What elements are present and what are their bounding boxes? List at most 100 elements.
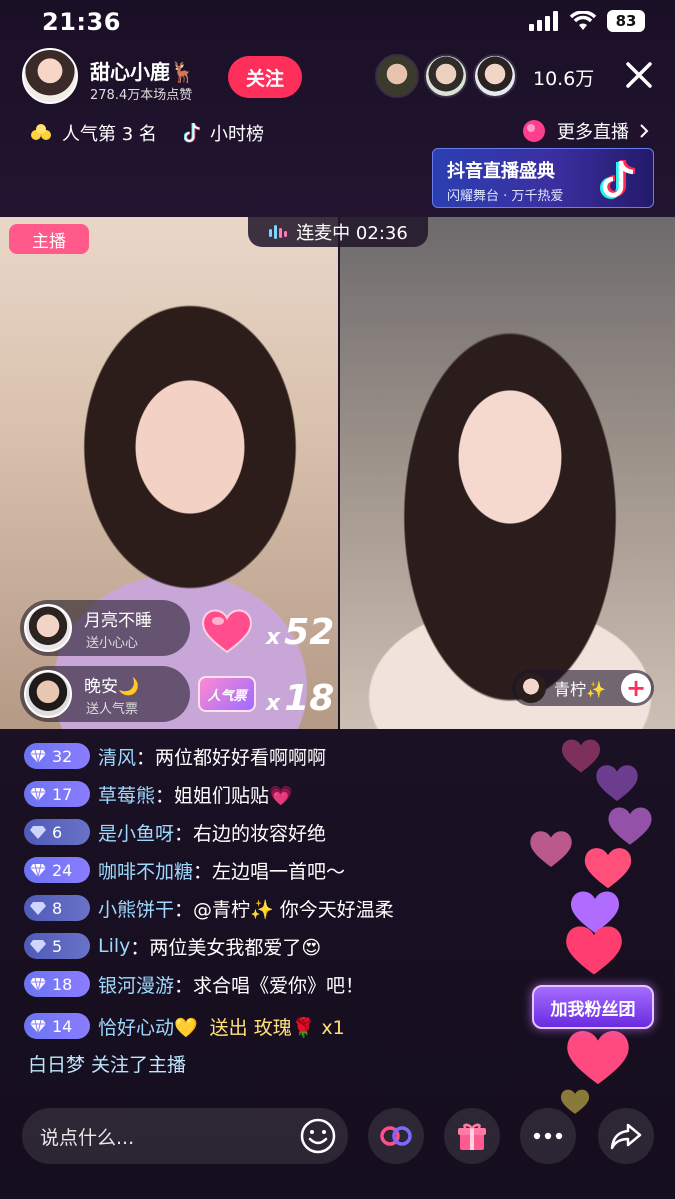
viewer-avatar[interactable] xyxy=(424,54,468,98)
fan-club-button[interactable]: 加我粉丝团 xyxy=(532,985,654,1029)
gift-message[interactable]: 14 恰好心动💛 送出 玫瑰🌹 x1 xyxy=(24,1003,524,1049)
viewer-avatar[interactable] xyxy=(375,54,419,98)
level-badge: 6 xyxy=(24,819,90,845)
event-banner[interactable]: 抖音直播盛典 闪耀舞台 · 万千热爱 xyxy=(432,148,654,208)
co-host-timer: 连麦中 02:36 xyxy=(248,217,428,247)
follow-notice: 白日梦 关注了主播 xyxy=(28,1054,187,1076)
chat-text: 姐姐们贴贴💗 xyxy=(174,784,293,807)
gifter-avatar xyxy=(24,604,72,652)
hourly-rank[interactable]: 小时榜 xyxy=(184,120,264,146)
chat-message[interactable]: 17 草莓熊：姐姐们贴贴💗 xyxy=(24,775,524,813)
gift-desc: 送人气票 xyxy=(86,702,139,717)
viewer-avatar[interactable] xyxy=(473,54,517,98)
live-orb-icon xyxy=(523,120,545,142)
chat-message[interactable]: 6 是小鱼呀：右边的妆容好绝 xyxy=(24,813,524,851)
rank-label: 人气第 3 名 xyxy=(62,124,157,145)
status-time: 21:36 xyxy=(42,8,121,36)
level-number: 6 xyxy=(52,822,63,842)
level-badge: 8 xyxy=(24,895,90,921)
chat-colon: ： xyxy=(174,898,194,921)
level-number: 14 xyxy=(52,1016,73,1036)
audio-bars-icon xyxy=(269,225,288,239)
tiktok-icon xyxy=(184,123,201,143)
chat-text: 两位美女我都爱了😍 xyxy=(149,936,322,959)
co-host-label: 连麦中 02:36 xyxy=(296,223,408,244)
chevron-right-icon xyxy=(640,124,649,138)
comment-input[interactable]: 说点什么... xyxy=(22,1108,348,1164)
level-badge: 5 xyxy=(24,933,90,959)
chat-username[interactable]: 草莓熊 xyxy=(98,781,155,808)
chat-colon: ： xyxy=(174,822,194,845)
gift-box-icon xyxy=(458,1123,486,1150)
chat-colon: ： xyxy=(193,860,213,883)
guest-video[interactable] xyxy=(340,217,675,729)
level-number: 5 xyxy=(52,936,63,956)
popularity-rank[interactable]: 人气第 3 名 xyxy=(30,120,157,146)
gift-notice[interactable]: 晚安🌙 送人气票 xyxy=(20,666,190,722)
signal-icon xyxy=(529,11,558,31)
hourly-label: 小时榜 xyxy=(210,124,264,145)
chat-username[interactable]: 小熊饼干 xyxy=(98,895,174,922)
gift-button[interactable] xyxy=(444,1108,500,1164)
gift-notice[interactable]: 月亮不睡 送小心心 xyxy=(20,600,190,656)
follow-button[interactable]: 关注 xyxy=(228,56,302,98)
guest-name: 青柠✨ xyxy=(554,680,606,699)
status-icons: 83 xyxy=(529,10,645,32)
emoji-icon[interactable] xyxy=(298,1116,338,1156)
more-live-button[interactable]: 更多直播 xyxy=(521,118,649,144)
tiktok-logo-icon xyxy=(600,160,636,199)
chat-colon: ： xyxy=(174,974,194,997)
chat-text: 两位都好好看啊啊啊 xyxy=(155,746,327,769)
gift-text: 送出 玫瑰🌹 x1 xyxy=(209,1016,345,1039)
level-number: 24 xyxy=(52,860,73,880)
follow-guest-button[interactable]: + xyxy=(621,673,651,703)
gifter-name: 月亮不睡 xyxy=(84,611,152,631)
gift-desc: 送小心心 xyxy=(86,636,139,651)
floating-heart-icon xyxy=(567,1031,629,1085)
chat-colon: ： xyxy=(130,936,150,959)
host-avatar[interactable] xyxy=(22,48,78,104)
chat-colon: ： xyxy=(155,784,175,807)
viewer-count[interactable]: 10.6万 xyxy=(533,64,594,91)
chat-colon: ： xyxy=(136,746,156,769)
level-number: 32 xyxy=(52,746,73,766)
level-number: 17 xyxy=(52,784,73,804)
chat-username[interactable]: 恰好心动💛 xyxy=(98,1013,198,1040)
chat-username[interactable]: 清风 xyxy=(98,743,136,770)
chat-text: 求合唱《爱你》吧！ xyxy=(193,974,365,997)
link-icon xyxy=(380,1126,412,1146)
floating-heart-icon xyxy=(566,926,622,975)
share-arrow-icon xyxy=(610,1123,642,1150)
chat-text: 右边的妆容好绝 xyxy=(193,822,327,845)
gem-icon xyxy=(30,1019,46,1033)
gift-count-value: 52 xyxy=(284,612,335,653)
chat-message[interactable]: 5 Lily：两位美女我都爱了😍 xyxy=(24,927,524,965)
chat-username[interactable]: Lily xyxy=(98,935,130,957)
chat-message[interactable]: 18 银河漫游：求合唱《爱你》吧！ xyxy=(24,965,524,1003)
chat-message[interactable]: 8 小熊饼干： @青柠✨ 你今天好温柔 xyxy=(24,889,524,927)
gifter-name: 晚安🌙 xyxy=(84,677,140,697)
chat-username[interactable]: 是小鱼呀 xyxy=(98,819,174,846)
gift-count: x 18 xyxy=(266,678,334,719)
gift-multiplier: x xyxy=(266,691,281,716)
chat-message[interactable]: 32 清风：两位都好好看啊啊啊 xyxy=(24,737,524,775)
gem-icon xyxy=(30,787,46,801)
level-badge: 32 xyxy=(24,743,90,769)
gem-icon xyxy=(30,826,46,839)
comment-placeholder: 说点什么... xyxy=(40,1126,135,1149)
share-button[interactable] xyxy=(598,1108,654,1164)
more-button[interactable] xyxy=(520,1108,576,1164)
chat-list: 32 清风：两位都好好看啊啊啊 17 草莓熊：姐姐们贴贴💗 6 是小鱼呀：右边的… xyxy=(24,737,524,1049)
chat-username[interactable]: 咖啡不加糖 xyxy=(98,857,193,884)
co-host-button[interactable] xyxy=(368,1108,424,1164)
popularity-ticket-icon: 人气票 xyxy=(198,676,256,712)
chat-username[interactable]: 银河漫游 xyxy=(98,971,174,998)
guest-info[interactable]: 青柠✨ + xyxy=(512,670,654,706)
host-name[interactable]: 甜心小鹿🦌 xyxy=(90,56,195,85)
chat-text: @青柠✨ 你今天好温柔 xyxy=(193,898,394,921)
gifter-avatar xyxy=(24,670,72,718)
gem-icon xyxy=(30,863,46,877)
close-icon[interactable] xyxy=(622,58,656,92)
gift-multiplier: x xyxy=(266,625,281,650)
chat-message[interactable]: 24 咖啡不加糖：左边唱一首吧～ xyxy=(24,851,524,889)
